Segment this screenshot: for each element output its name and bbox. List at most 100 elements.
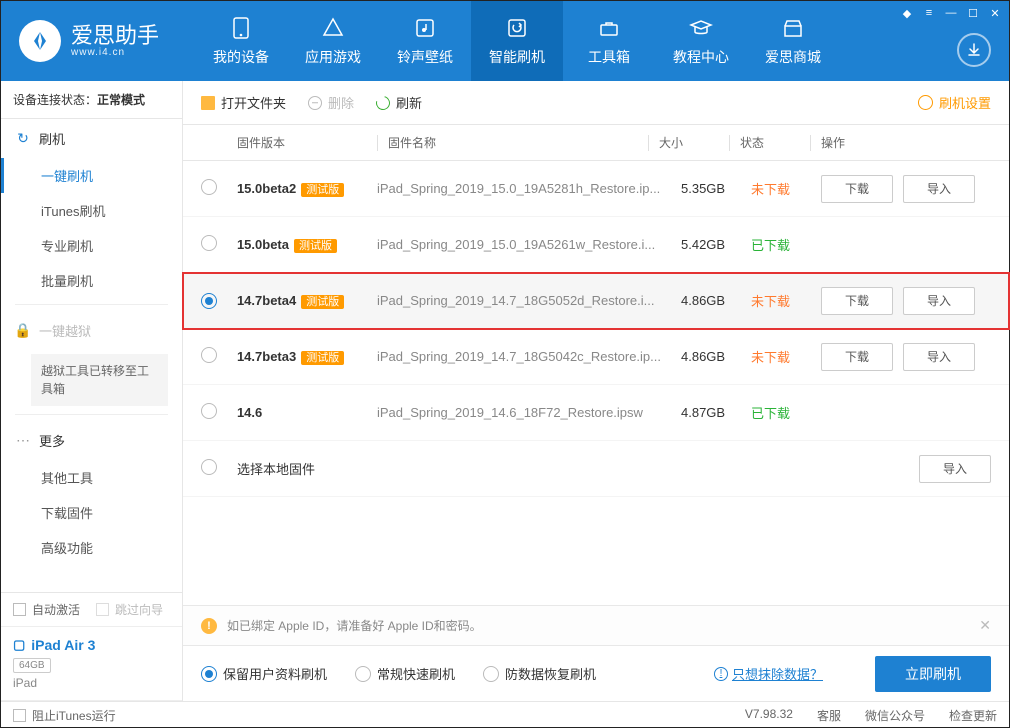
download-button[interactable]: 下载 (821, 343, 893, 371)
apps-icon (321, 16, 345, 40)
mode-keep-radio[interactable] (201, 666, 217, 682)
row-status: 未下载 (751, 291, 821, 310)
action-bar: 保留用户资料刷机 常规快速刷机 防数据恢复刷机 ! 只想抹除数据？ 立即刷机 (183, 645, 1009, 701)
local-radio[interactable] (201, 459, 217, 475)
tshirt-icon[interactable]: ◆ (899, 5, 915, 21)
row-actions: 下载导入 (821, 287, 991, 315)
graduation-icon (689, 16, 713, 40)
row-filename: iPad_Spring_2019_15.0_19A5281h_Restore.i… (377, 181, 681, 196)
nav-ringtone[interactable]: 铃声壁纸 (379, 1, 471, 81)
sidebar-tree: ↻ 刷机 一键刷机 iTunes刷机 专业刷机 批量刷机 🔒 一键越狱 越狱工具… (1, 119, 182, 592)
mode-recover-radio[interactable] (483, 666, 499, 682)
row-radio[interactable] (201, 179, 217, 195)
music-icon (413, 16, 437, 40)
row-radio[interactable] (201, 235, 217, 251)
sidebar-jailbreak-note[interactable]: 越狱工具已转移至工具箱 (31, 354, 168, 406)
local-firmware-row[interactable]: 选择本地固件 导入 (183, 441, 1009, 497)
sidebar-itunes-flash[interactable]: iTunes刷机 (1, 193, 182, 228)
mode-normal[interactable]: 常规快速刷机 (355, 664, 455, 683)
sidebar-batch-flash[interactable]: 批量刷机 (1, 263, 182, 298)
firmware-row[interactable]: 14.7beta4测试版 iPad_Spring_2019_14.7_18G50… (183, 273, 1009, 329)
firmware-row[interactable]: 15.0beta2测试版 iPad_Spring_2019_15.0_19A52… (183, 161, 1009, 217)
store-icon (781, 16, 805, 40)
row-size: 5.42GB (681, 237, 751, 252)
sidebar-pro-flash[interactable]: 专业刷机 (1, 228, 182, 263)
apple-id-alert: ! 如已绑定 Apple ID，请准备好 Apple ID和密码。 ✕ (183, 605, 1009, 645)
refresh-button[interactable]: 刷新 (376, 93, 422, 112)
logo-area[interactable]: 爱思助手 www.i4.cn (1, 1, 177, 81)
info-icon: ! (714, 667, 728, 681)
content: 打开文件夹 删除 刷新 刷机设置 固件版本 固件名称 大小 状态 (183, 81, 1009, 701)
import-button[interactable]: 导入 (903, 343, 975, 371)
firmware-row[interactable]: 14.7beta3测试版 iPad_Spring_2019_14.7_18G50… (183, 329, 1009, 385)
footer-service[interactable]: 客服 (817, 707, 841, 724)
main-nav: 我的设备 应用游戏 铃声壁纸 智能刷机 工具箱 教程中心 爱思商城 (195, 1, 1009, 81)
delete-icon (308, 96, 322, 110)
device-name: ▢ iPad Air 3 (13, 637, 170, 653)
open-folder-button[interactable]: 打开文件夹 (201, 93, 286, 112)
col-status: 状态 (740, 134, 810, 151)
sidebar-flash-group[interactable]: ↻ 刷机 (1, 119, 182, 158)
footer: 阻止iTunes运行 V7.98.32 客服 微信公众号 检查更新 (1, 701, 1009, 728)
table-header: 固件版本 固件名称 大小 状态 操作 (183, 125, 1009, 161)
nav-tutorials[interactable]: 教程中心 (655, 1, 747, 81)
row-radio[interactable] (201, 293, 217, 309)
nav-tools[interactable]: 工具箱 (563, 1, 655, 81)
row-version: 15.0beta2测试版 (237, 181, 377, 197)
row-version: 15.0beta测试版 (237, 237, 377, 253)
col-name: 固件名称 (388, 134, 648, 151)
mode-recover[interactable]: 防数据恢复刷机 (483, 664, 596, 683)
row-version: 14.7beta3测试版 (237, 349, 377, 365)
row-status: 已下载 (751, 403, 821, 422)
row-filename: iPad_Spring_2019_14.6_18F72_Restore.ipsw (377, 405, 681, 420)
import-button[interactable]: 导入 (903, 287, 975, 315)
nav-flash[interactable]: 智能刷机 (471, 1, 563, 81)
download-button[interactable]: 下载 (821, 287, 893, 315)
erase-only-link[interactable]: ! 只想抹除数据？ (714, 664, 823, 683)
nav-mall[interactable]: 爱思商城 (747, 1, 839, 81)
row-size: 4.87GB (681, 405, 751, 420)
sidebar-oneclick-flash[interactable]: 一键刷机 (1, 158, 182, 193)
mode-normal-radio[interactable] (355, 666, 371, 682)
row-radio[interactable] (201, 403, 217, 419)
flash-settings-button[interactable]: 刷机设置 (918, 93, 991, 112)
sidebar-jailbreak-group: 🔒 一键越狱 (1, 311, 182, 350)
auto-activate-checkbox[interactable] (13, 603, 26, 616)
maximize-icon[interactable]: ☐ (965, 5, 981, 21)
skip-guide-checkbox[interactable] (96, 603, 109, 616)
footer-wechat[interactable]: 微信公众号 (865, 707, 925, 724)
nav-my-device[interactable]: 我的设备 (195, 1, 287, 81)
alert-close-button[interactable]: ✕ (979, 617, 991, 634)
sidebar-advanced[interactable]: 高级功能 (1, 530, 182, 565)
sidebar-more-group[interactable]: ⋯ 更多 (1, 421, 182, 460)
menu-icon[interactable]: ≡ (921, 5, 937, 21)
nav-apps[interactable]: 应用游戏 (287, 1, 379, 81)
import-local-button[interactable]: 导入 (919, 455, 991, 483)
phone-icon (229, 16, 253, 40)
close-icon[interactable]: ✕ (987, 5, 1003, 21)
sidebar-bottom: 自动激活 跳过向导 ▢ iPad Air 3 64GB iPad (1, 592, 182, 701)
mode-keep-data[interactable]: 保留用户资料刷机 (201, 664, 327, 683)
import-button[interactable]: 导入 (903, 175, 975, 203)
sidebar: 设备连接状态：正常模式 ↻ 刷机 一键刷机 iTunes刷机 专业刷机 批量刷机… (1, 81, 183, 701)
footer-version: V7.98.32 (745, 707, 793, 724)
flash-now-button[interactable]: 立即刷机 (875, 656, 991, 692)
row-radio[interactable] (201, 347, 217, 363)
block-itunes-checkbox[interactable] (13, 709, 26, 722)
sidebar-other-tools[interactable]: 其他工具 (1, 460, 182, 495)
download-circle-button[interactable] (957, 33, 991, 67)
device-block[interactable]: ▢ iPad Air 3 64GB iPad (1, 627, 182, 701)
firmware-row[interactable]: 15.0beta测试版 iPad_Spring_2019_15.0_19A526… (183, 217, 1009, 273)
footer-update[interactable]: 检查更新 (949, 707, 997, 724)
row-status: 未下载 (751, 179, 821, 198)
logo-icon (19, 20, 61, 62)
firmware-rows: 15.0beta2测试版 iPad_Spring_2019_15.0_19A52… (183, 161, 1009, 441)
delete-button[interactable]: 删除 (308, 93, 354, 112)
minimize-icon[interactable]: — (943, 5, 959, 21)
folder-icon (201, 96, 215, 110)
sidebar-download-firmware[interactable]: 下载固件 (1, 495, 182, 530)
download-button[interactable]: 下载 (821, 175, 893, 203)
app-name: 爱思助手 (71, 25, 159, 47)
firmware-row[interactable]: 14.6 iPad_Spring_2019_14.6_18F72_Restore… (183, 385, 1009, 441)
row-status: 未下载 (751, 347, 821, 366)
